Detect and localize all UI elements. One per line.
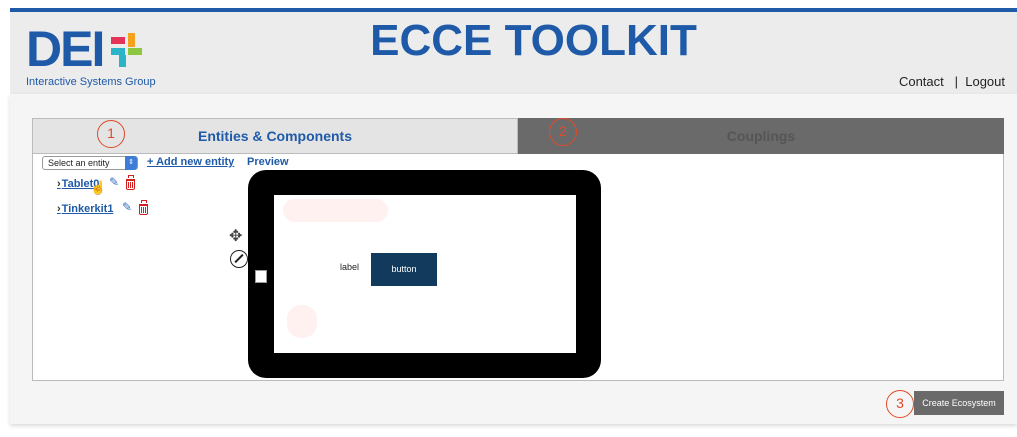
entity-name: Tinkerkit1 <box>61 203 114 215</box>
screen-highlight <box>287 305 317 338</box>
entity-select[interactable]: Select an entity ⇕ <box>42 156 138 170</box>
step-marker-1: 1 <box>97 120 125 148</box>
chevron-right-icon: › <box>57 178 61 190</box>
hand-cursor-icon: ☝ <box>90 180 107 195</box>
create-ecosystem-button[interactable]: Create Ecosystem <box>914 391 1004 415</box>
delete-trash-icon[interactable] <box>139 200 148 215</box>
edit-pencil-icon[interactable]: ✎ <box>109 175 119 189</box>
move-arrows-icon[interactable]: ✥ <box>229 226 242 246</box>
step-marker-2: 2 <box>549 118 577 146</box>
delete-trash-icon[interactable] <box>126 175 135 190</box>
rotate-compass-icon[interactable] <box>230 250 248 268</box>
preview-button-component[interactable]: button <box>371 253 437 286</box>
preview-label-component[interactable]: label <box>340 262 359 272</box>
select-arrows-icon: ⇕ <box>125 156 137 170</box>
edit-pencil-icon[interactable]: ✎ <box>122 200 132 214</box>
screen-highlight <box>283 199 388 222</box>
logout-link[interactable]: Logout <box>965 74 1005 89</box>
step-marker-3: 3 <box>886 390 914 418</box>
logo-subtitle: Interactive Systems Group <box>26 76 156 88</box>
page-title: ECCE TOOLKIT <box>370 16 697 65</box>
entity-select-value: Select an entity <box>48 158 110 168</box>
add-new-entity-link[interactable]: + Add new entity <box>147 156 234 168</box>
link-separator: | <box>954 74 958 89</box>
header-links: Contact | Logout <box>899 74 1005 89</box>
tablet-home-button <box>255 270 267 283</box>
preview-link[interactable]: Preview <box>247 156 289 168</box>
page-header: DEI Interactive Systems Group ECCE TOOLK… <box>10 12 1017 94</box>
chevron-right-icon: › <box>57 203 61 215</box>
entity-item-tinkerkit1[interactable]: ›Tinkerkit1 <box>57 203 113 215</box>
contact-link[interactable]: Contact <box>899 74 944 89</box>
tab-couplings[interactable]: Couplings <box>518 118 1004 154</box>
tab-bar: Entities & Components Couplings <box>32 118 1004 154</box>
